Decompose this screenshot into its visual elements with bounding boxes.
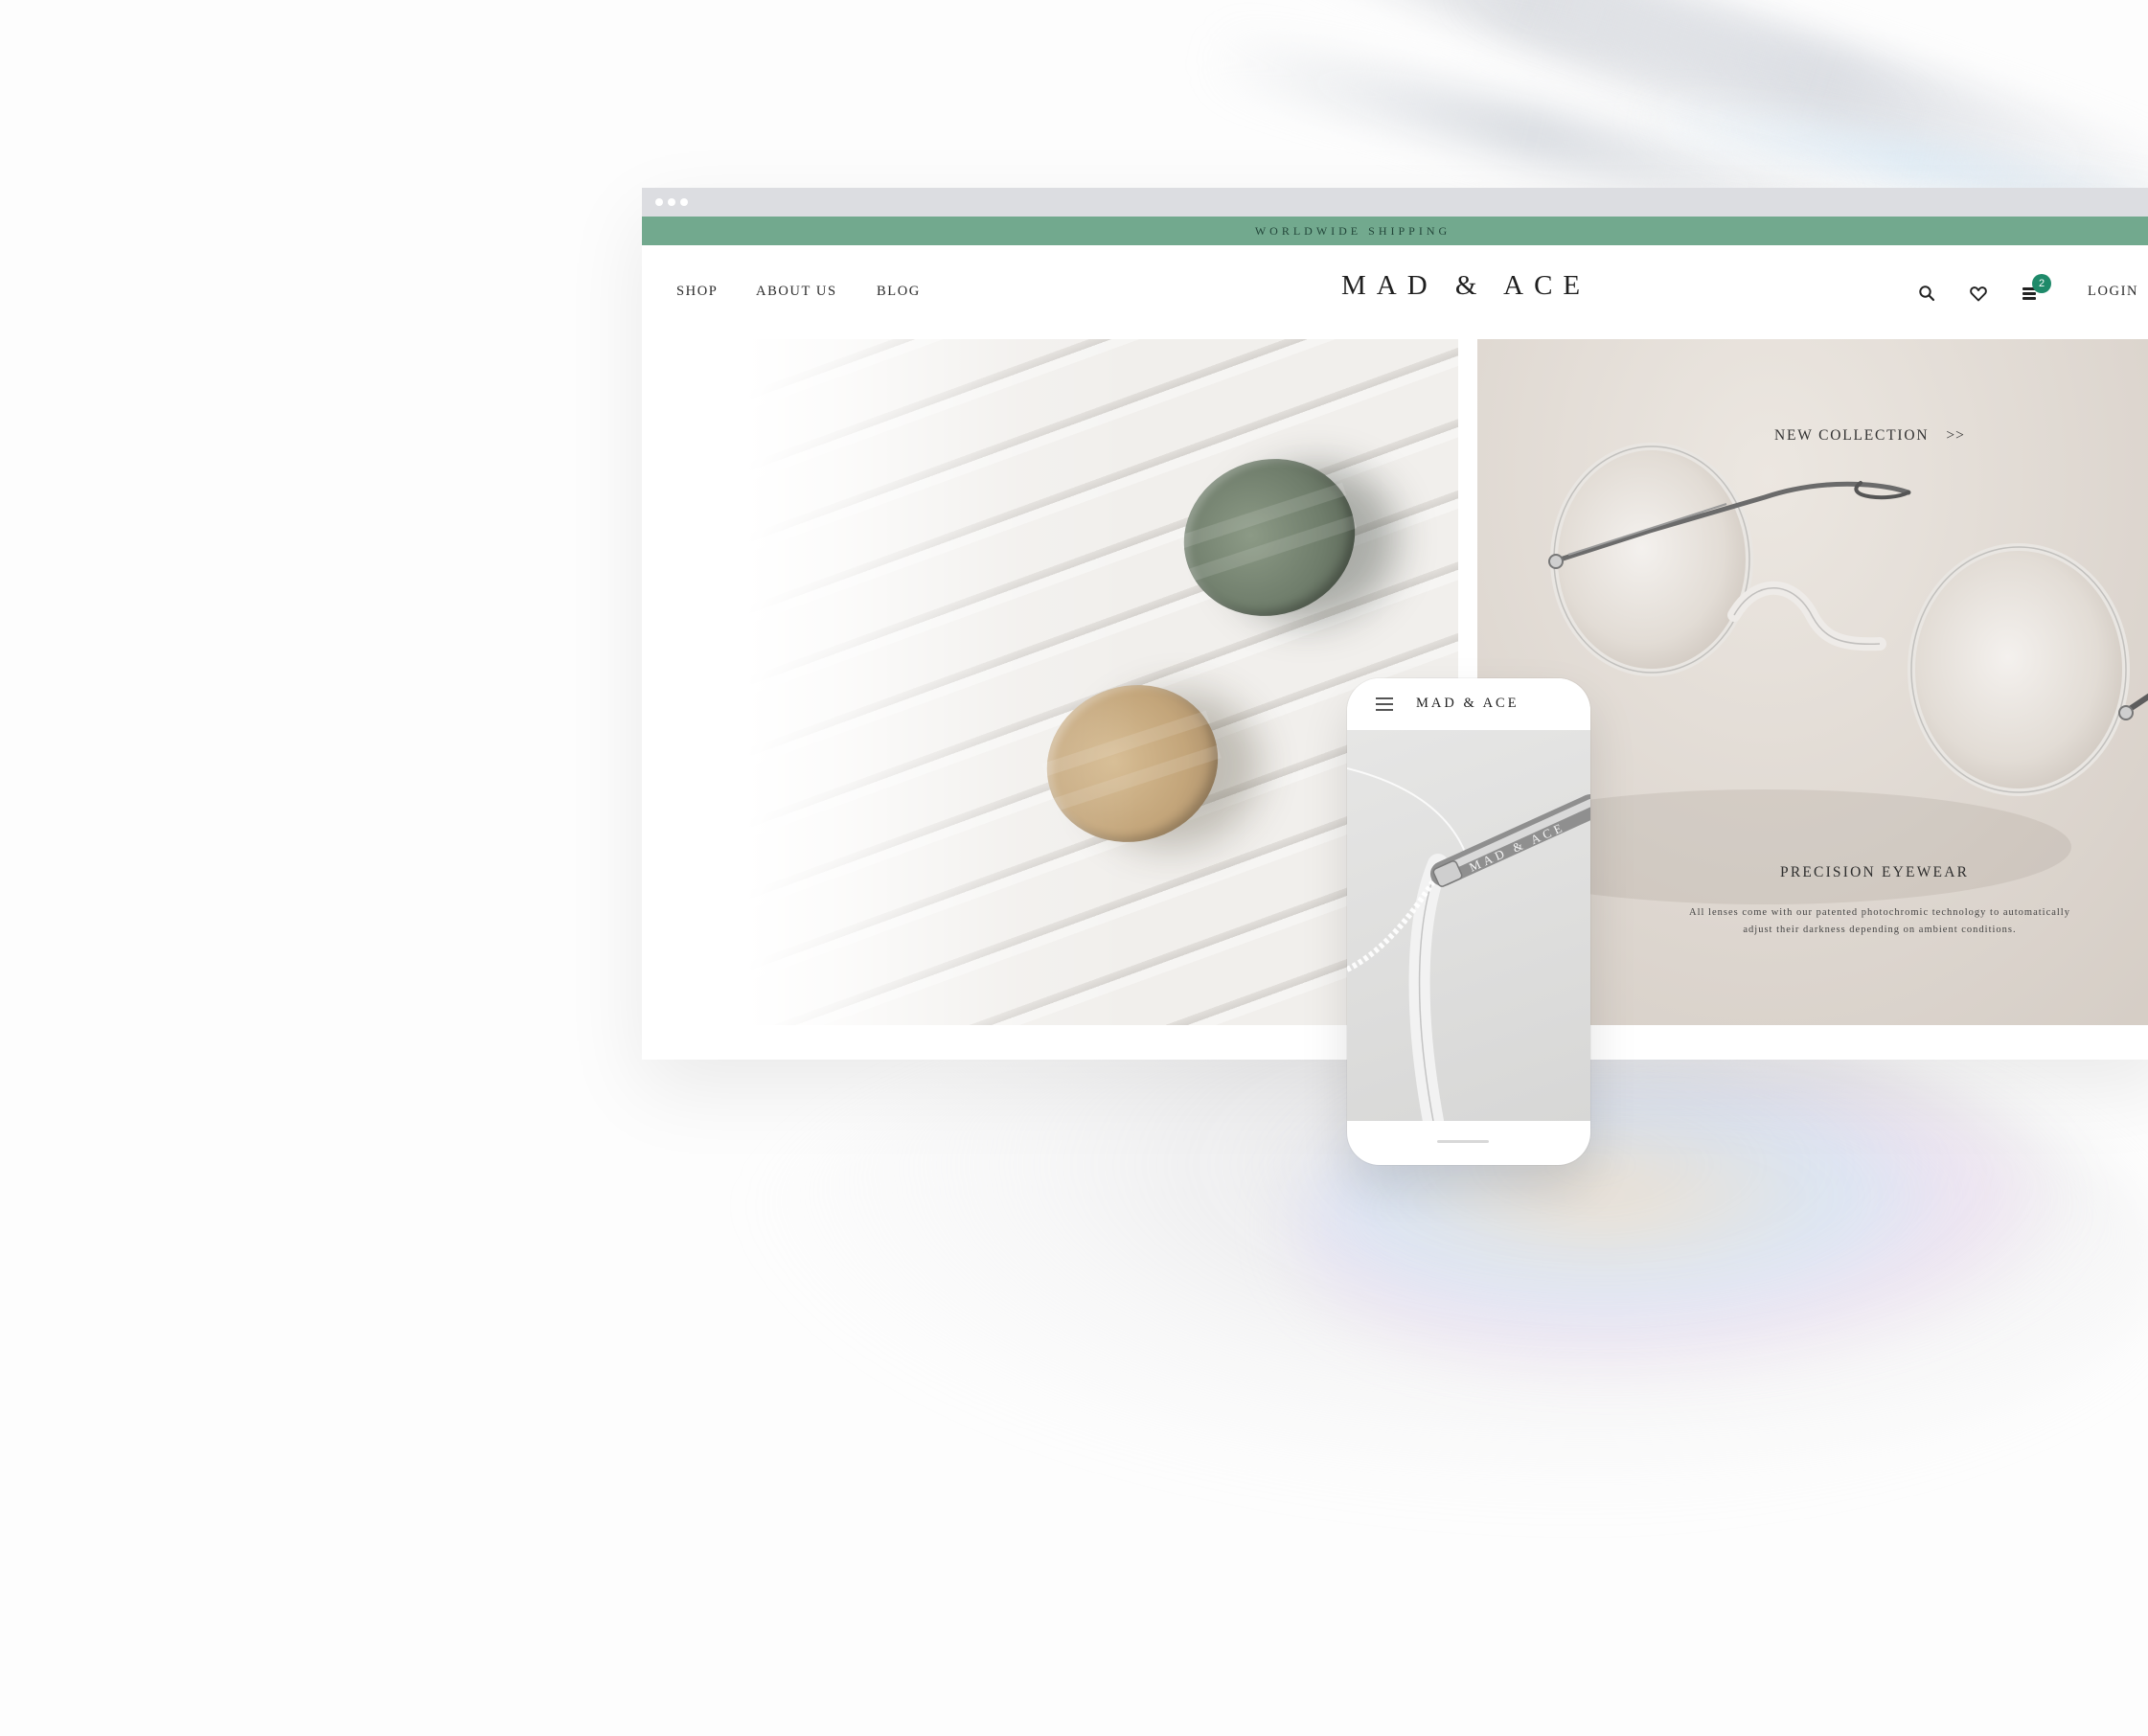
phone-mockup: MAD & ACE MAD & ACE (1347, 678, 1590, 1165)
announcement-text: WORLDWIDE SHIPPING (1254, 223, 1451, 238)
chevrons-right-icon: >> (1946, 427, 1965, 444)
browser-chrome (642, 188, 2148, 217)
heart-icon[interactable] (1967, 282, 1990, 305)
site-header: SHOP ABOUT US BLOG MAD & ACE LOGIN (642, 245, 2148, 335)
lens-reflection (1188, 514, 1358, 582)
lens-reflection (1053, 744, 1222, 811)
phone-logo: MAD & ACE (1416, 696, 1520, 711)
cart-count-badge: 2 (2032, 274, 2051, 293)
window-dot (655, 198, 663, 206)
feature-description: All lenses come with our patented photoc… (1689, 907, 2070, 935)
lens-reflection (1041, 710, 1210, 777)
feature-title: PRECISION EYEWEAR (1780, 864, 1970, 880)
announcement-bar: WORLDWIDE SHIPPING (642, 217, 2148, 245)
hamburger-icon[interactable] (1376, 697, 1393, 711)
nav-link-blog[interactable]: BLOG (877, 284, 921, 300)
nav-link-about-us[interactable]: ABOUT US (756, 284, 837, 300)
site-logo[interactable]: MAD & ACE (1341, 270, 1590, 302)
new-collection-link[interactable]: NEW COLLECTION >> (1774, 427, 1965, 445)
marketing-scene: WORLDWIDE SHIPPING SHOP ABOUT US BLOG MA… (0, 0, 2148, 1736)
login-link[interactable]: LOGIN (2088, 284, 2138, 300)
amber-lens (1026, 663, 1239, 864)
lens-reflection (1177, 482, 1347, 549)
light-streak (1113, 0, 1953, 206)
home-indicator (1437, 1140, 1489, 1143)
search-icon[interactable] (1915, 282, 1938, 305)
nav-link-shop[interactable]: SHOP (676, 284, 718, 300)
window-dot (668, 198, 675, 206)
new-collection-label: NEW COLLECTION (1774, 427, 1930, 444)
phone-header: MAD & ACE (1347, 678, 1590, 728)
phone-hero-image: MAD & ACE (1347, 730, 1590, 1121)
window-dot (680, 198, 688, 206)
green-lens (1163, 437, 1376, 638)
glasses-temple-closeup: MAD & ACE (1347, 767, 1590, 1121)
